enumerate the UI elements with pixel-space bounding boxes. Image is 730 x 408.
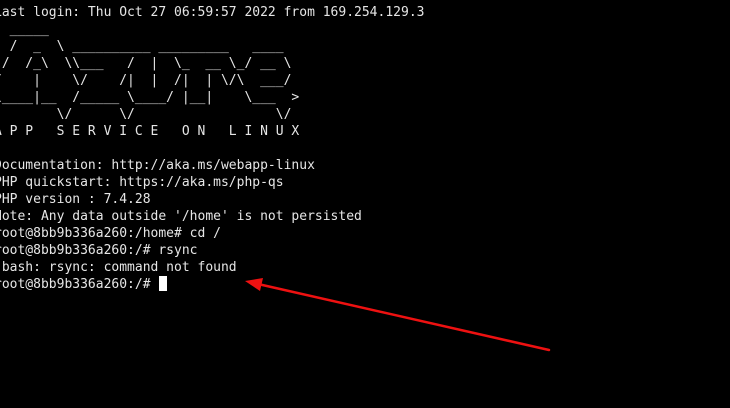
terminal-line: root@8bb9b336a260:/home# cd /: [0, 225, 221, 242]
terminal-line: Note: Any data outside '/home' is not pe…: [0, 208, 362, 225]
terminal-prompt-line: root@8bb9b336a260:/#: [0, 276, 168, 293]
terminal-line-text: Note: Any data outside '/home' is not pe…: [0, 209, 362, 224]
terminal-line-text: A P P S E R V I C E O N L I N U X: [0, 124, 300, 139]
terminal-line: A P P S E R V I C E O N L I N U X: [0, 123, 299, 140]
terminal-line-text: / _ \ __________ _________ ____: [0, 39, 300, 54]
terminal-line: PHP version : 7.4.28: [0, 191, 151, 208]
terminal-line: \____|__ /_____ \____/ |__| \___ >: [0, 89, 299, 106]
terminal-line-text: PHP version : 7.4.28: [0, 192, 151, 207]
terminal-line: \/ \/ \/: [0, 106, 299, 123]
terminal-line: / | \/ /| | /| | \/\ ___/: [0, 72, 299, 89]
terminal-line-text: \/ \/ \/: [0, 107, 300, 122]
terminal-line-text: _____: [0, 22, 292, 37]
terminal-line-text: \____|__ /_____ \____/ |__| \___ >: [0, 90, 300, 105]
terminal-line: Last login: Thu Oct 27 06:59:57 2022 fro…: [0, 4, 424, 21]
terminal-line: / _ \ __________ _________ ____: [0, 38, 299, 55]
terminal-line: _____: [0, 21, 291, 38]
terminal-line-text: root@8bb9b336a260:/home# cd /: [0, 226, 221, 241]
terminal-line-text: PHP quickstart: https://aka.ms/php-qs: [0, 175, 284, 190]
terminal-line: / /_\ \\___ / | \_ __ \_/ __ \: [0, 55, 299, 72]
terminal-line: PHP quickstart: https://aka.ms/php-qs: [0, 174, 284, 191]
terminal-line-text: / /_\ \\___ / | \_ __ \_/ __ \: [0, 56, 300, 71]
terminal-line-text: Last login: Thu Oct 27 06:59:57 2022 fro…: [0, 5, 425, 20]
terminal-line-text: root@8bb9b336a260:/# rsync: [0, 243, 198, 258]
terminal-line-text: / | \/ /| | /| | \/\ ___/: [0, 73, 300, 88]
terminal-line: -bash: rsync: command not found: [0, 259, 237, 276]
terminal-line-text: root@8bb9b336a260:/#: [0, 277, 159, 292]
terminal-line: Documentation: http://aka.ms/webapp-linu…: [0, 157, 315, 174]
terminal-line-text: -bash: rsync: command not found: [0, 260, 237, 275]
terminal-window[interactable]: Last login: Thu Oct 27 06:59:57 2022 fro…: [0, 0, 730, 408]
terminal-line-text: Documentation: http://aka.ms/webapp-linu…: [0, 158, 315, 173]
block-cursor-icon: [159, 276, 168, 291]
terminal-line: root@8bb9b336a260:/# rsync: [0, 242, 198, 259]
